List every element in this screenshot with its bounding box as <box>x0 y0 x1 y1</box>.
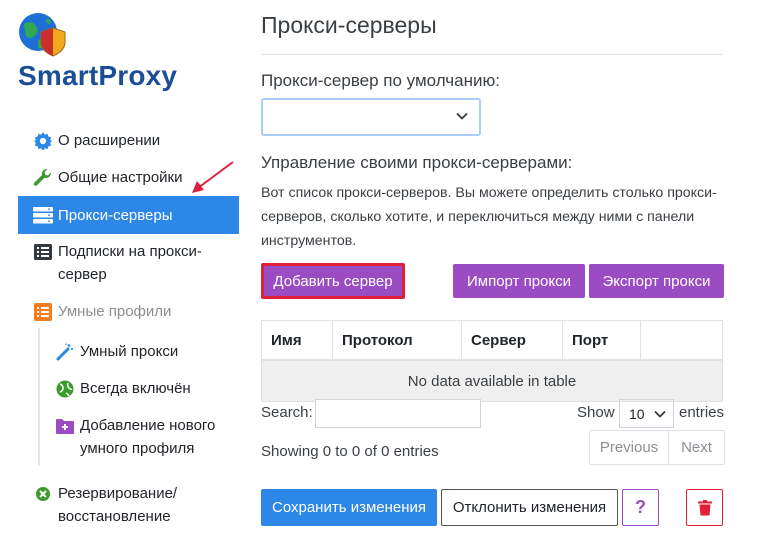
search-input[interactable] <box>315 399 481 428</box>
table-row: No data available in table <box>261 359 723 402</box>
show-label: Show <box>577 404 615 421</box>
page-length-select[interactable]: 10 <box>619 399 674 428</box>
entries-label: entries <box>679 404 725 421</box>
annotation-arrow-icon <box>192 161 234 193</box>
export-proxy-button[interactable]: Экспорт прокси <box>589 264 724 298</box>
sidebar-subitem-label: Всегда включён <box>80 380 191 397</box>
import-proxy-button[interactable]: Импорт прокси <box>453 264 585 298</box>
servers-table: Имя Протокол Сервер Порт No data availab… <box>261 320 723 402</box>
sidebar-item-label: Резервирование/восстановление <box>58 485 178 525</box>
sidebar-item-label: О расширении <box>58 132 161 149</box>
column-header-protocol[interactable]: Протокол <box>332 320 462 361</box>
discard-changes-button[interactable]: Отклонить изменения <box>441 489 618 526</box>
sidebar-item-smart-profiles[interactable]: Умные профили <box>18 300 239 323</box>
column-header-port[interactable]: Порт <box>562 320 641 361</box>
default-proxy-label: Прокси-сервер по умолчанию: <box>261 71 500 90</box>
page-title: Прокси-серверы <box>261 12 437 38</box>
add-server-button[interactable]: Добавить сервер <box>261 263 405 299</box>
profiles-icon <box>33 302 53 322</box>
sidebar-subitem-smart-proxy[interactable]: Умный прокси <box>55 340 178 363</box>
chevron-down-icon <box>456 112 468 120</box>
sidebar-subitem-label: Умный прокси <box>80 343 179 360</box>
servers-description: Вот список прокси-серверов. Вы можете оп… <box>261 185 717 249</box>
column-header-name[interactable]: Имя <box>261 320 333 361</box>
column-header-server[interactable]: Сервер <box>461 320 563 361</box>
pagination: Previous Next <box>589 430 725 465</box>
sidebar-item-label: Общие настройки <box>58 169 183 186</box>
globe-shield-icon <box>19 13 66 57</box>
default-proxy-select[interactable] <box>261 98 481 136</box>
brand-name: SmartProxy <box>18 60 178 91</box>
page-length-value: 10 <box>629 405 645 422</box>
sidebar-item-proxy-servers[interactable]: Прокси-серверы <box>18 196 239 234</box>
gear-icon <box>33 131 53 151</box>
next-page-button[interactable]: Next <box>669 431 724 464</box>
sidebar-subitem-always-on[interactable]: Всегда включён <box>55 377 191 400</box>
globe-icon <box>55 379 75 399</box>
delete-button[interactable] <box>686 489 723 526</box>
table-empty-message: No data available in table <box>261 359 723 402</box>
sidebar-item-about[interactable]: О расширении <box>18 129 239 152</box>
sidebar-subitem-label: Добавление нового умного профиля <box>80 417 216 457</box>
wrench-icon <box>33 168 53 188</box>
table-header-row: Имя Протокол Сервер Порт <box>261 320 723 361</box>
table-info: Showing 0 to 0 of 0 entries <box>261 443 439 460</box>
trash-icon <box>697 499 712 515</box>
previous-page-button[interactable]: Previous <box>590 431 669 464</box>
title-divider <box>261 54 723 55</box>
backup-icon <box>33 484 53 504</box>
sidebar-item-label: Подписки на прокси-сервер <box>58 243 202 283</box>
sidebar-item-subscriptions[interactable]: Подписки на прокси-сервер <box>18 240 239 286</box>
sidebar-item-label: Умные профили <box>58 303 172 320</box>
sidebar-item-label: Прокси-серверы <box>58 206 173 224</box>
search-label: Search: <box>261 404 313 421</box>
help-button[interactable]: ? <box>622 489 659 526</box>
column-header-actions <box>640 320 723 361</box>
chevron-down-icon <box>654 410 666 418</box>
save-changes-button[interactable]: Сохранить изменения <box>261 489 437 526</box>
sidebar-item-backup-restore[interactable]: Резервирование/восстановление <box>18 482 239 528</box>
manage-servers-label: Управление своими прокси-серверами: <box>261 153 573 172</box>
magic-wand-icon <box>55 342 75 362</box>
submenu-divider <box>38 328 40 466</box>
sidebar-subitem-add-profile[interactable]: Добавление нового умного профиля <box>55 414 235 460</box>
server-icon <box>33 205 53 225</box>
